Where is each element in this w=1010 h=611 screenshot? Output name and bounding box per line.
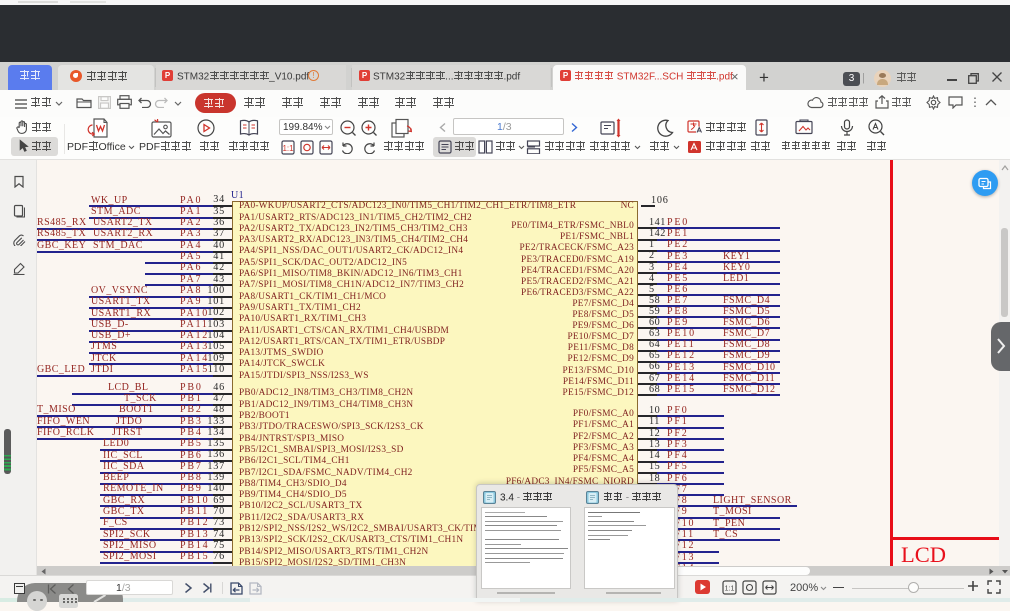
svg-text:1:1: 1:1 — [282, 144, 294, 153]
svg-text:1:1: 1:1 — [725, 586, 735, 593]
